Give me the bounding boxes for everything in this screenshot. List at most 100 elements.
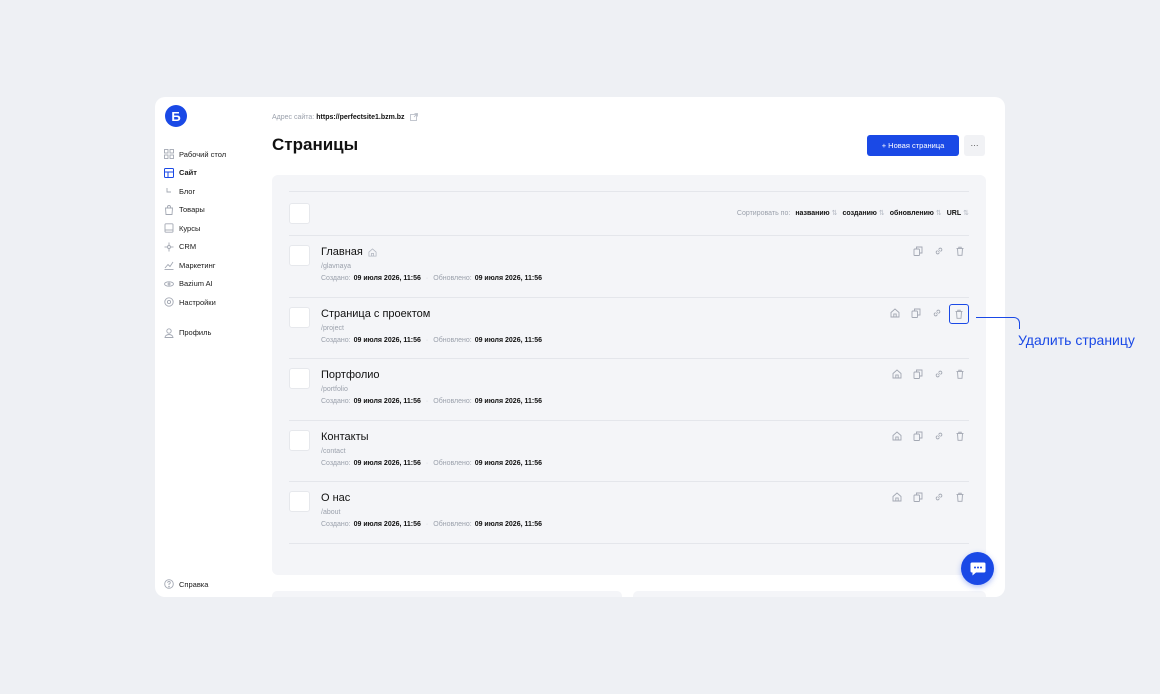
page-row[interactable]: Контакты /contact Создано: 09 июля 2026, …	[289, 421, 969, 483]
page-row[interactable]: Страница с проектом /project Создано: 09 …	[289, 298, 969, 360]
app-window: Б Рабочий стол Сайт Блог Товары Курсы CR…	[155, 97, 1005, 597]
meta-separator: ·	[425, 336, 429, 344]
sort-by-updated[interactable]: обновлению ⇅	[889, 209, 942, 218]
bottom-card-right	[633, 591, 986, 597]
sort-arrow-icon: ⇅	[935, 210, 942, 217]
home-icon[interactable]	[888, 365, 906, 383]
sort-by-url[interactable]: URL ⇅	[946, 209, 969, 218]
page-title-text[interactable]: Контакты	[321, 431, 369, 443]
delete-page-callout: Удалить страницу	[1018, 332, 1135, 348]
meta-separator: ·	[425, 521, 429, 529]
sidebar-item-label: Профиль	[179, 328, 212, 338]
sort-by-created[interactable]: созданию ⇅	[842, 209, 885, 218]
page-checkbox[interactable]	[289, 368, 310, 390]
bottom-card-left	[272, 591, 622, 597]
chat-button[interactable]	[961, 552, 994, 585]
sidebar-item-ai[interactable]: Bazium AI	[164, 275, 254, 294]
sidebar-item-site[interactable]: Сайт	[164, 164, 254, 183]
brand-logo[interactable]: Б	[165, 105, 187, 127]
book-icon	[164, 223, 174, 233]
link-icon[interactable]	[930, 427, 948, 445]
created-label: Создано:	[321, 459, 351, 467]
help-link[interactable]: Справка	[164, 579, 208, 589]
callout-connector	[976, 317, 1020, 329]
sidebar-item-marketing[interactable]: Маркетинг	[164, 256, 254, 275]
sidebar-item-blog[interactable]: Блог	[164, 182, 254, 201]
sidebar-item-settings[interactable]: Настройки	[164, 293, 254, 312]
copy-icon[interactable]	[909, 365, 927, 383]
sidebar-item-dashboard[interactable]: Рабочий стол	[164, 145, 254, 164]
page-row[interactable]: О нас /about Создано: 09 июля 2026, 11:56…	[289, 482, 969, 544]
copy-icon[interactable]	[909, 242, 927, 260]
copy-icon[interactable]	[907, 304, 925, 322]
page-title-text[interactable]: Главная	[321, 246, 377, 258]
sidebar-item-label: Блог	[179, 186, 196, 196]
page-meta: Создано: 09 июля 2026, 11:56 · Обновлено:…	[321, 521, 542, 528]
home-icon[interactable]	[888, 488, 906, 506]
page-slug: /contact	[321, 447, 346, 455]
external-link-icon[interactable]	[409, 113, 418, 121]
crm-icon	[164, 242, 174, 252]
chart-icon	[164, 260, 174, 271]
sort-arrow-icon: ⇅	[963, 210, 969, 217]
trash-icon[interactable]	[951, 365, 969, 383]
page-checkbox[interactable]	[289, 429, 310, 451]
sort-arrow-icon: ⇅	[878, 210, 885, 217]
copy-icon[interactable]	[909, 488, 927, 506]
site-address-url[interactable]: https://perfectsite1.bzm.bz	[316, 114, 404, 121]
updated-label: Обновлено:	[433, 521, 472, 529]
home-icon[interactable]	[888, 427, 906, 445]
updated-label: Обновлено:	[433, 398, 472, 406]
created-date: 09 июля 2026, 11:56	[353, 398, 421, 406]
trash-icon[interactable]	[951, 488, 969, 506]
sort-option-label: созданию	[842, 209, 877, 217]
sort-label: Сортировать по:	[736, 209, 791, 217]
updated-date: 09 июля 2026, 11:56	[474, 521, 542, 529]
trash-icon[interactable]	[951, 242, 969, 260]
sidebar-item-profile[interactable]: Профиль	[164, 324, 254, 343]
sort-option-label: обновлению	[889, 209, 934, 217]
sidebar-item-crm[interactable]: CRM	[164, 238, 254, 257]
link-icon[interactable]	[928, 304, 946, 322]
page-row[interactable]: Главная /glavnaya Создано: 09 июля 2026, …	[289, 236, 969, 298]
sort-by-name[interactable]: названию ⇅	[795, 209, 838, 218]
meta-separator: ·	[425, 459, 429, 467]
more-options-button[interactable]: ···	[964, 135, 985, 156]
link-icon[interactable]	[930, 242, 948, 260]
sidebar-item-label: Маркетинг	[179, 260, 216, 270]
copy-icon[interactable]	[909, 427, 927, 445]
sort-option-label: URL	[946, 209, 962, 217]
page-row[interactable]: Портфолио /portfolio Создано: 09 июля 202…	[289, 359, 969, 421]
page-name: Главная	[321, 246, 363, 258]
link-icon[interactable]	[930, 365, 948, 383]
site-address-label: Адрес сайта:	[272, 113, 315, 121]
link-icon[interactable]	[930, 488, 948, 506]
trash-icon[interactable]	[951, 427, 969, 445]
created-label: Создано:	[321, 275, 351, 282]
sidebar-item-courses[interactable]: Курсы	[164, 219, 254, 238]
page-title-text[interactable]: О нас	[321, 492, 350, 504]
page-checkbox[interactable]	[289, 245, 310, 266]
sort-options: Сортировать по: названию ⇅ созданию ⇅ обно…	[736, 209, 969, 218]
page-checkbox[interactable]	[289, 491, 310, 513]
sort-bar: Сортировать по: названию ⇅ созданию ⇅ обно…	[289, 192, 969, 236]
ai-icon	[164, 279, 174, 289]
updated-date: 09 июля 2026, 11:56	[474, 275, 542, 282]
sidebar-item-label: Сайт	[179, 168, 197, 178]
sidebar: Б Рабочий стол Сайт Блог Товары Курсы CR…	[155, 97, 255, 597]
page-title-text[interactable]: Страница с проектом	[321, 308, 430, 320]
page-actions	[885, 427, 969, 445]
sidebar-item-label: CRM	[179, 242, 197, 252]
page-checkbox[interactable]	[289, 306, 310, 328]
page-name: Контакты	[321, 430, 369, 443]
trash-icon[interactable]	[949, 303, 969, 324]
new-page-button[interactable]: + Новая страница	[867, 135, 959, 156]
sort-arrow-icon: ⇅	[831, 210, 838, 217]
user-icon	[164, 328, 174, 338]
page-title-text[interactable]: Портфолио	[321, 369, 380, 381]
home-icon[interactable]	[886, 304, 904, 322]
sidebar-item-products[interactable]: Товары	[164, 201, 254, 220]
select-all-checkbox[interactable]	[289, 203, 310, 224]
home-icon	[368, 247, 377, 257]
help-label: Справка	[179, 579, 209, 589]
